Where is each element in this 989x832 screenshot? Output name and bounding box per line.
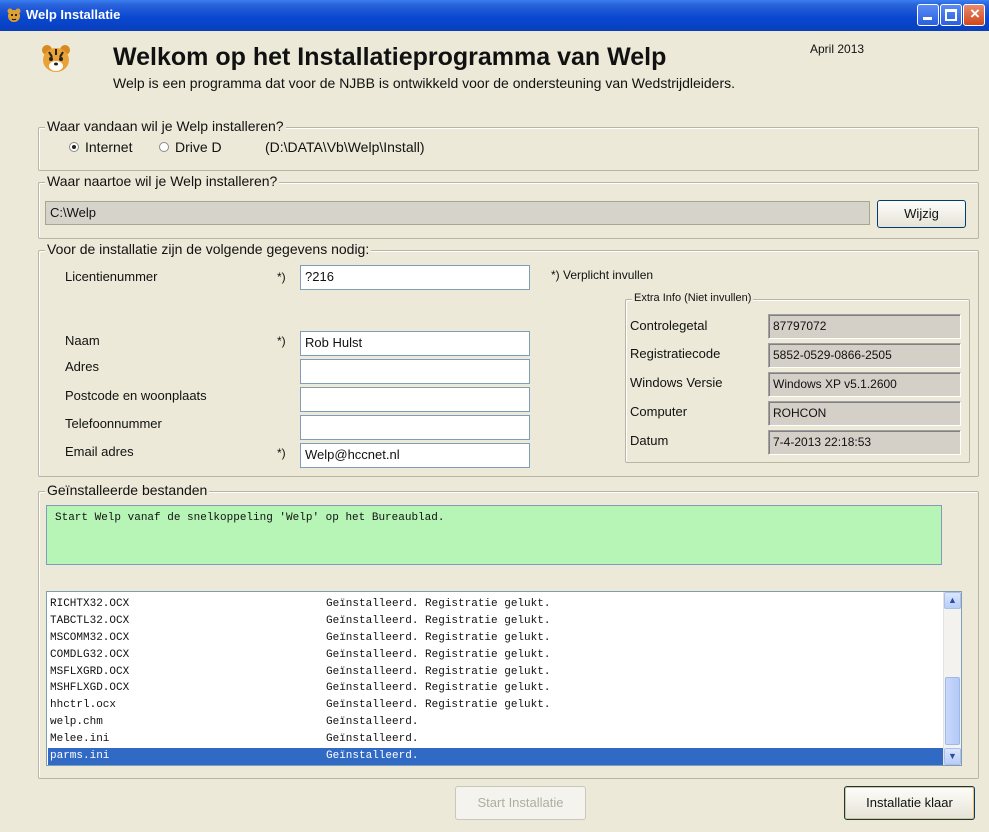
destination-group: Waar naartoe wil je Welp installeren? C:… [38, 173, 979, 239]
registratiecode-field: 5852-0529-0866-2505 [768, 343, 961, 368]
file-rows: RICHTX32.OCX Geïnstalleerd. Registratie g… [48, 596, 943, 765]
chevron-down-icon: ▼ [948, 751, 957, 761]
minimize-button[interactable] [917, 4, 939, 26]
required-marker: *) [277, 446, 286, 460]
file-status: Geïnstalleerd. Registratie gelukt. [326, 665, 551, 678]
postcode-input[interactable] [300, 387, 530, 412]
list-item[interactable]: Melee.ini Geïnstalleerd. [48, 731, 943, 748]
title-bar[interactable]: Welp Installatie × [0, 0, 989, 31]
file-status: Geïnstalleerd. Registratie gelukt. [326, 598, 551, 610]
maximize-button[interactable] [940, 4, 962, 26]
installer-window: Welp Installatie × Welkom op het Install… [0, 0, 989, 832]
datum-field: 7-4-2013 22:18:53 [768, 430, 961, 455]
required-marker: *) [277, 334, 286, 348]
file-name: RICHTX32.OCX [50, 598, 130, 610]
list-item[interactable]: parms.ini Geïnstalleerd. [48, 748, 943, 765]
list-item[interactable]: MSFLXGRD.OCX Geïnstalleerd. Registratie g… [48, 664, 943, 681]
computer-field: ROHCON [768, 401, 961, 426]
list-item[interactable]: welp.chm Geïnstalleerd. [48, 714, 943, 731]
close-icon: × [970, 4, 980, 23]
close-button[interactable]: × [963, 4, 985, 26]
label-adres: Adres [65, 359, 99, 374]
list-item[interactable]: MSHFLXGD.OCX Geïnstalleerd. Registratie g… [48, 680, 943, 697]
destination-legend: Waar naartoe wil je Welp installeren? [45, 173, 280, 189]
name-input[interactable]: Rob Hulst [300, 331, 530, 356]
list-item[interactable]: RICHTX32.OCX Geïnstalleerd. Registratie g… [48, 596, 943, 613]
installed-legend: Geïnstalleerde bestanden [45, 482, 210, 498]
source-group: Waar vandaan wil je Welp installeren? In… [38, 118, 979, 171]
file-name: hhctrl.ocx [50, 699, 117, 712]
radio-internet-label: Internet [85, 139, 133, 155]
chevron-up-icon: ▲ [948, 595, 957, 605]
scroll-down-button[interactable]: ▼ [944, 748, 961, 765]
license-input[interactable]: ?216 [300, 265, 530, 290]
radio-internet[interactable]: Internet [69, 139, 132, 155]
label-email: Email adres [65, 444, 134, 459]
change-button[interactable]: Wijzig [877, 200, 966, 228]
installed-files-list[interactable]: RICHTX32.OCX Geïnstalleerd. Registratie g… [46, 591, 962, 766]
source-path: (D:\DATA\Vb\Welp\Install) [265, 139, 425, 155]
label-windows-versie: Windows Versie [630, 375, 723, 390]
radio-selected-icon [69, 142, 79, 152]
label-naam: Naam [65, 333, 100, 348]
label-licentienummer: Licentienummer [65, 269, 158, 284]
start-installation-button[interactable]: Start Installatie [455, 786, 586, 820]
radio-unselected-icon [159, 142, 169, 152]
file-name: welp.chm [50, 716, 103, 729]
radio-drive-d-label: Drive D [175, 139, 222, 155]
label-computer: Computer [630, 404, 688, 419]
file-name: TABCTL32.OCX [50, 614, 130, 627]
file-name: parms.ini [50, 750, 110, 763]
file-name: MSCOMM32.OCX [50, 631, 130, 644]
file-status: Geïnstalleerd. Registratie gelukt. [326, 699, 551, 712]
email-input[interactable]: Welp@hccnet.nl [300, 443, 530, 468]
list-item[interactable]: MSCOMM32.OCX Geïnstalleerd. Registratie g… [48, 630, 943, 647]
scroll-up-button[interactable]: ▲ [944, 592, 961, 609]
file-status: Geïnstalleerd. Registratie gelukt. [326, 648, 551, 661]
release-date: April 2013 [810, 42, 865, 56]
address-input[interactable] [300, 359, 530, 384]
vertical-scrollbar[interactable]: ▲ ▼ [943, 592, 961, 765]
windows-versie-field: Windows XP v5.1.2600 [768, 372, 961, 397]
details-legend: Voor de installatie zijn de volgende geg… [45, 241, 372, 257]
file-name: COMDLG32.OCX [50, 648, 130, 661]
status-message: Start Welp vanaf de snelkoppeling 'Welp'… [46, 505, 942, 565]
file-status: Geïnstalleerd. Registratie gelukt. [326, 614, 551, 627]
tiger-icon [7, 8, 21, 22]
file-status: Geïnstalleerd. [326, 716, 419, 729]
label-controlegetal: Controlegetal [630, 318, 708, 333]
extra-info-legend: Extra Info (Niet invullen) [632, 292, 754, 304]
label-postcode: Postcode en woonplaats [65, 388, 207, 403]
file-name: Melee.ini [50, 733, 110, 746]
list-item[interactable]: hhctrl.ocx Geïnstalleerd. Registratie gel… [48, 697, 943, 714]
label-telefoon: Telefoonnummer [65, 416, 162, 431]
file-status: Geïnstalleerd. Registratie gelukt. [326, 682, 551, 695]
details-group: Voor de installatie zijn de volgende geg… [38, 241, 979, 477]
source-legend: Waar vandaan wil je Welp installeren? [45, 118, 286, 134]
maximize-icon [945, 9, 957, 21]
label-registratiecode: Registratiecode [630, 346, 721, 361]
file-status: Geïnstalleerd. [326, 733, 419, 746]
page-subtitle: Welp is een programma dat voor de NJBB i… [113, 75, 736, 91]
required-note: *) Verplicht invullen [551, 268, 654, 282]
file-name: MSHFLXGD.OCX [50, 682, 130, 695]
list-item[interactable]: TABCTL32.OCX Geïnstalleerd. Registratie g… [48, 613, 943, 630]
minimize-icon [923, 17, 932, 20]
tiger-logo [42, 45, 70, 72]
label-datum: Datum [630, 433, 669, 448]
radio-drive-d[interactable]: Drive D [159, 139, 222, 155]
list-item[interactable]: COMDLG32.OCX Geïnstalleerd. Registratie g… [48, 647, 943, 664]
destination-path-field: C:\Welp [45, 201, 870, 225]
file-status: Geïnstalleerd. Registratie gelukt. [326, 631, 551, 644]
file-name: MSFLXGRD.OCX [50, 665, 130, 678]
scroll-thumb[interactable] [945, 677, 960, 745]
phone-input[interactable] [300, 415, 530, 440]
window-title: Welp Installatie [26, 7, 121, 22]
required-marker: *) [277, 270, 286, 284]
page-title: Welkom op het Installatieprogramma van W… [113, 43, 667, 71]
installation-done-button[interactable]: Installatie klaar [844, 786, 975, 820]
controlegetal-field: 87797072 [768, 314, 961, 339]
extra-info-group: Extra Info (Niet invullen) Controlegetal… [625, 292, 970, 463]
file-status: Geïnstalleerd. [326, 750, 419, 763]
